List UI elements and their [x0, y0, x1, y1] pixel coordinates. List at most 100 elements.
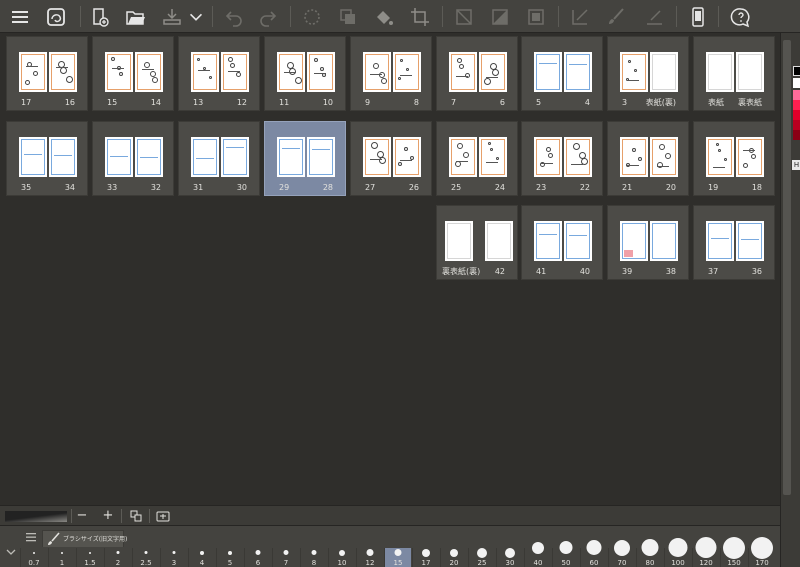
page-thumbnail-left[interactable]: [19, 137, 47, 177]
zoom-out-button[interactable]: −: [73, 508, 91, 524]
page-spread-card[interactable]: 29 28: [264, 121, 346, 196]
brush-size-option[interactable]: 25: [468, 548, 495, 567]
color-swatch-maroon[interactable]: [793, 130, 800, 140]
page-thumbnail-right[interactable]: [49, 52, 77, 92]
page-thumbnail-left[interactable]: [277, 137, 305, 177]
page-thumbnail-right[interactable]: [307, 137, 335, 177]
mini-panel-h-icon[interactable]: H: [792, 160, 800, 170]
page-thumbnail-right[interactable]: [307, 52, 335, 92]
brush-size-option[interactable]: 1: [48, 548, 75, 567]
brush-size-option[interactable]: 20: [440, 548, 467, 567]
brush-size-option[interactable]: 4: [188, 548, 215, 567]
page-spread-card[interactable]: 21 20: [607, 121, 689, 196]
page-thumbnail-right[interactable]: [485, 221, 513, 261]
page-thumbnail-left[interactable]: [363, 52, 391, 92]
export-dropdown-button[interactable]: [186, 3, 206, 30]
page-thumbnail-right[interactable]: [736, 52, 764, 92]
page-spread-card[interactable]: 13 12: [178, 36, 260, 111]
page-thumbnail-left[interactable]: [620, 52, 648, 92]
color-swatch-red[interactable]: [793, 100, 800, 110]
page-thumbnail-right[interactable]: [564, 52, 592, 92]
brush-size-option[interactable]: 2: [104, 548, 131, 567]
page-thumbnail-left[interactable]: [105, 52, 133, 92]
page-thumbnail-right[interactable]: [221, 52, 249, 92]
zoom-in-button[interactable]: +: [99, 508, 117, 524]
page-thumbnail-left[interactable]: [191, 52, 219, 92]
brush-tool-button[interactable]: [602, 3, 630, 30]
page-thumbnail-left[interactable]: [620, 221, 648, 261]
chevron-down-icon[interactable]: [6, 548, 16, 556]
page-thumbnail-right[interactable]: [650, 221, 678, 261]
page-thumbnail-left[interactable]: [706, 137, 734, 177]
hamburger-menu-icon[interactable]: [24, 531, 38, 543]
page-thumbnail-left[interactable]: [534, 221, 562, 261]
color-swatch-dark-red[interactable]: [793, 120, 800, 130]
page-spread-card[interactable]: 37 36: [693, 205, 775, 280]
new-page-button[interactable]: [86, 3, 114, 30]
page-spread-card[interactable]: 25 24: [436, 121, 518, 196]
page-spread-card[interactable]: 表紙 裏表紙: [693, 36, 775, 111]
brush-size-option[interactable]: 15: [384, 548, 411, 567]
page-spread-card[interactable]: 19 18: [693, 121, 775, 196]
fill-button[interactable]: [370, 3, 398, 30]
brush-size-option[interactable]: 8: [300, 548, 327, 567]
page-thumbnail-right[interactable]: [135, 137, 163, 177]
copy-layer-button[interactable]: [334, 3, 362, 30]
tab-brush-size[interactable]: ブラシサイズ(旧文字用): [42, 530, 127, 547]
brush-size-option[interactable]: 150: [720, 537, 747, 567]
page-thumbnail-left[interactable]: [449, 52, 477, 92]
fit-pages-button[interactable]: [127, 508, 145, 524]
page-thumbnail-right[interactable]: [49, 137, 77, 177]
page-spread-card[interactable]: 98: [350, 36, 432, 111]
page-spread-card[interactable]: 15 14: [92, 36, 174, 111]
brush-size-option[interactable]: 120: [692, 537, 719, 567]
brush-size-option[interactable]: 100: [664, 538, 691, 567]
brush-size-option[interactable]: 50: [552, 541, 579, 567]
help-button[interactable]: [727, 3, 755, 30]
page-thumbnail-left[interactable]: [363, 137, 391, 177]
brush-size-option[interactable]: 40: [524, 542, 551, 567]
brush-size-option[interactable]: 80: [636, 539, 663, 567]
brush-size-option[interactable]: 17: [412, 548, 439, 567]
page-thumbnail-right[interactable]: [650, 52, 678, 92]
page-thumbnail-right[interactable]: [650, 137, 678, 177]
brush-size-option[interactable]: 7: [272, 548, 299, 567]
page-thumbnail-right[interactable]: [221, 137, 249, 177]
page-thumbnail-right[interactable]: [564, 137, 592, 177]
page-thumbnail-right[interactable]: [393, 52, 421, 92]
redo-button[interactable]: [254, 3, 282, 30]
page-thumbnail-left[interactable]: [620, 137, 648, 177]
page-thumbnail-left[interactable]: [277, 52, 305, 92]
page-thumbnail-left[interactable]: [534, 52, 562, 92]
brush-size-option[interactable]: 170: [748, 537, 775, 567]
ruler-pen-button[interactable]: [566, 3, 594, 30]
page-spread-card[interactable]: 17 16: [6, 36, 88, 111]
fill-area-button[interactable]: [486, 3, 514, 30]
brush-size-option[interactable]: 10: [328, 548, 355, 567]
page-thumbnail-right[interactable]: [736, 137, 764, 177]
open-folder-button[interactable]: [122, 3, 150, 30]
page-thumbnail-left[interactable]: [534, 137, 562, 177]
page-thumbnail-left[interactable]: [706, 52, 734, 92]
brush-size-option[interactable]: 70: [608, 540, 635, 567]
color-swatch-crimson[interactable]: [793, 110, 800, 120]
clear-outside-button[interactable]: [450, 3, 478, 30]
page-thumbnail-right[interactable]: [564, 221, 592, 261]
zoom-slider[interactable]: [5, 511, 67, 522]
page-thumbnail-right[interactable]: [135, 52, 163, 92]
page-thumbnail-left[interactable]: [191, 137, 219, 177]
brush-size-option[interactable]: 6: [244, 548, 271, 567]
page-thumbnail-right[interactable]: [479, 137, 507, 177]
page-thumbnail-left[interactable]: [706, 221, 734, 261]
page-spread-card[interactable]: 54: [521, 36, 603, 111]
page-spread-card[interactable]: 33 32: [92, 121, 174, 196]
page-thumbnail-left[interactable]: [19, 52, 47, 92]
page-spread-card[interactable]: 裏表紙(裏) 42: [436, 205, 518, 280]
page-thumbnail-left[interactable]: [449, 137, 477, 177]
menu-button[interactable]: [6, 3, 34, 30]
page-spread-card[interactable]: 23 22: [521, 121, 603, 196]
page-spread-card[interactable]: 3 表紙(裏): [607, 36, 689, 111]
brush-size-option[interactable]: 60: [580, 540, 607, 567]
page-settings-button[interactable]: [154, 508, 172, 524]
page-spread-card[interactable]: 39 38: [607, 205, 689, 280]
